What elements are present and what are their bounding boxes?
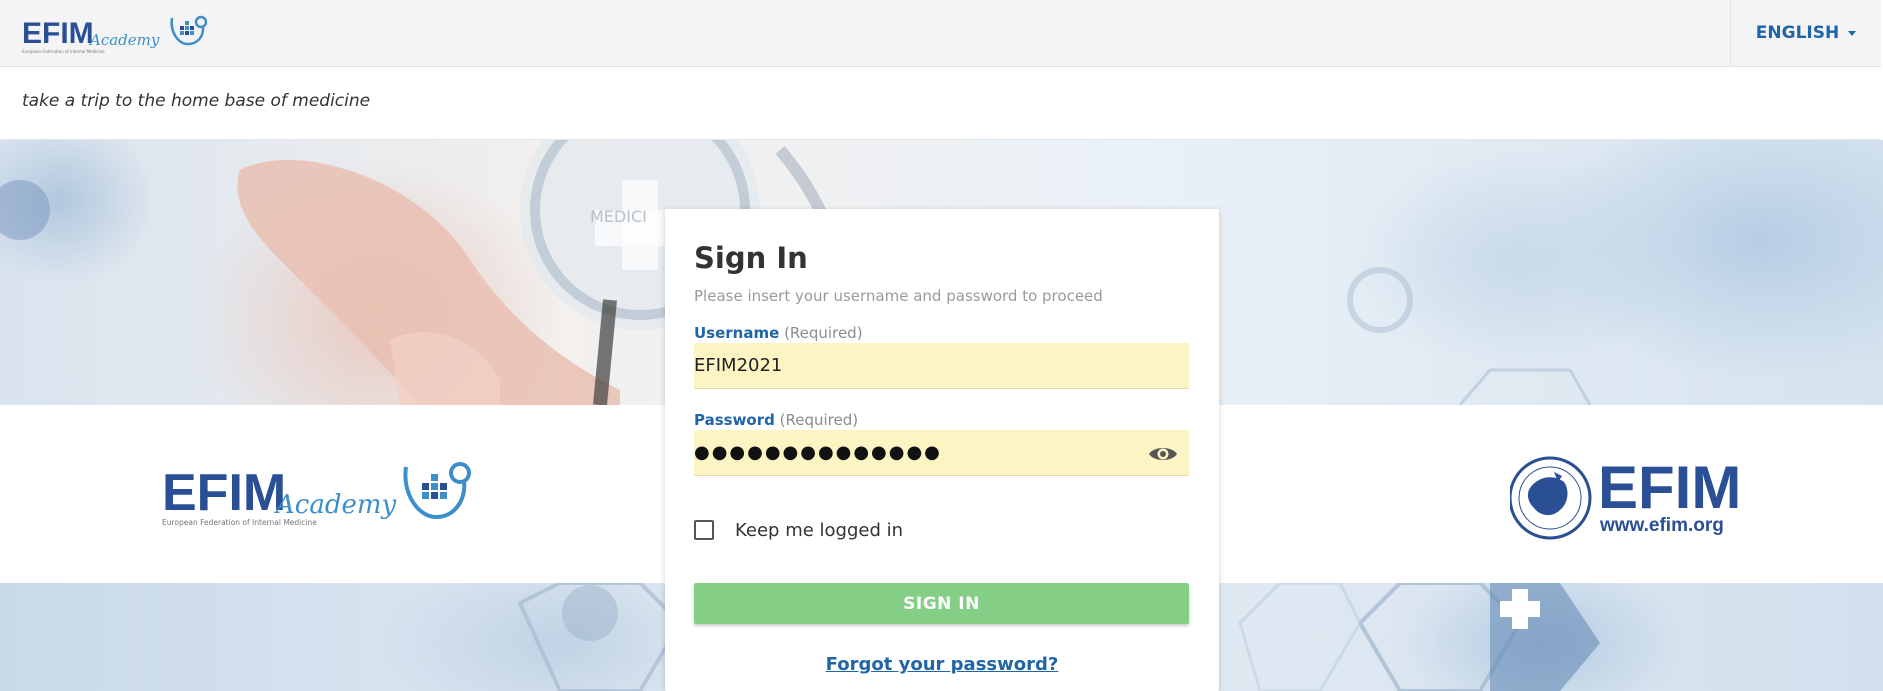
password-label: Password (Required) (694, 411, 859, 429)
keep-logged-in-checkbox[interactable] (694, 520, 714, 540)
stethoscope-logo-icon (170, 15, 207, 46)
forgot-password-link[interactable]: Forgot your password? (665, 654, 1219, 675)
europe-globe-icon (1510, 456, 1592, 540)
language-selector[interactable]: ENGLISH (1755, 23, 1857, 43)
efim-logo: EFIM www.efim.org (1510, 454, 1741, 540)
keep-logged-in-label[interactable]: Keep me logged in (735, 520, 903, 541)
efim-academy-logo[interactable]: EFIM Academy European Federation of Inte… (22, 12, 207, 56)
sign-in-subtitle: Please insert your username and password… (694, 287, 1103, 305)
tagline: take a trip to the home base of medicine (22, 91, 371, 111)
svg-text:EFIM: EFIM (1598, 454, 1741, 521)
tagline-bar: take a trip to the home base of medicine (0, 67, 1881, 140)
top-bar: EFIM Academy European Federation of Inte… (0, 0, 1881, 67)
logo-script: Academy (88, 31, 160, 49)
svg-text:EFIM: EFIM (162, 464, 286, 522)
language-selector-area: ENGLISH (1730, 0, 1881, 66)
logo-wordmark: EFIM (22, 17, 94, 50)
caret-down-icon (1848, 30, 1857, 36)
username-label: Username (Required) (694, 324, 863, 342)
logo-caption: European Federation of Internal Medicine (22, 49, 105, 54)
username-input[interactable] (694, 343, 1189, 389)
eye-icon[interactable] (1148, 445, 1178, 463)
svg-text:European Federation of Interna: European Federation of Internal Medicine (162, 518, 317, 527)
language-label: ENGLISH (1755, 23, 1840, 43)
password-input[interactable]: ●●●●●●●●●●●●●● (694, 430, 1189, 476)
sign-in-title: Sign In (694, 241, 808, 275)
svg-text:Academy: Academy (274, 490, 397, 520)
stethoscope-logo-icon (403, 462, 471, 520)
sign-in-card: Sign In Please insert your username and … (665, 209, 1219, 691)
svg-text:www.efim.org: www.efim.org (1599, 515, 1724, 536)
stethoscope-text: MEDICI (590, 207, 647, 226)
efim-academy-large-logo: EFIM Academy European Federation of Inte… (162, 462, 471, 527)
sign-in-button[interactable]: SIGN IN (694, 583, 1189, 624)
